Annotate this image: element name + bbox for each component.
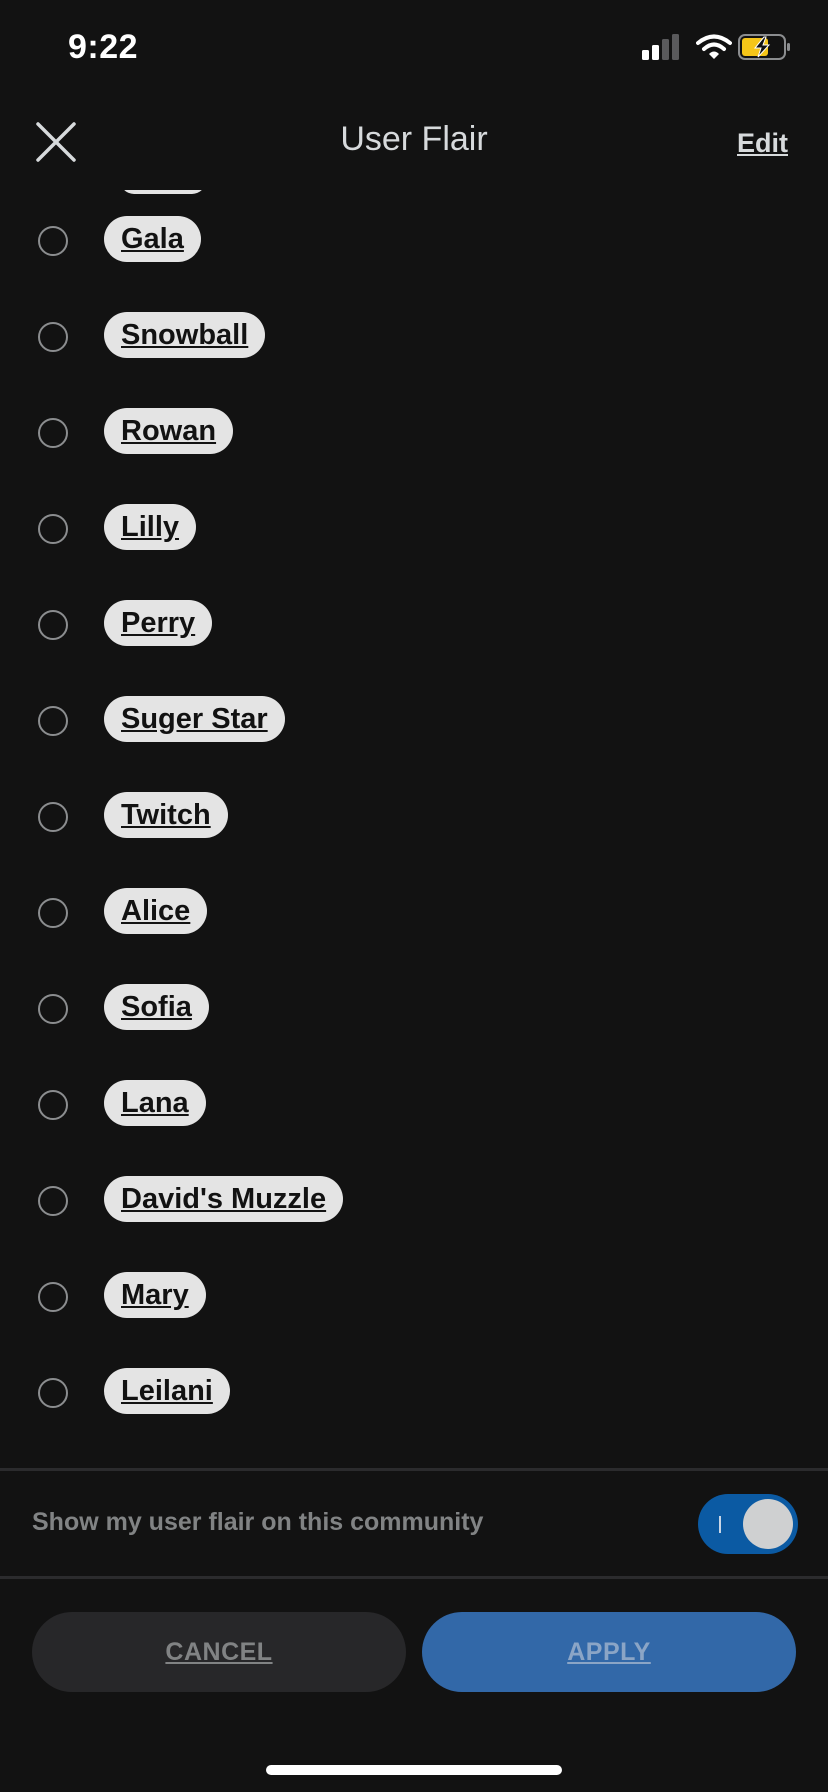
- flair-item[interactable]: Gala: [0, 192, 828, 288]
- radio-button[interactable]: [38, 898, 68, 928]
- show-flair-toggle[interactable]: [698, 1494, 798, 1554]
- flair-item[interactable]: Perry: [0, 576, 828, 672]
- status-bar: 9:22: [0, 0, 828, 100]
- flair-item[interactable]: Twitch: [0, 768, 828, 864]
- flair-label: Lilly: [104, 504, 197, 550]
- flair-item[interactable]: Leilani: [0, 1344, 828, 1440]
- divider: [0, 1576, 828, 1579]
- apply-button[interactable]: APPLY: [422, 1612, 796, 1692]
- flair-label: Gala: [104, 216, 201, 262]
- radio-button[interactable]: [38, 610, 68, 640]
- signal-icon: [642, 34, 680, 60]
- flair-label: Snowball: [104, 312, 266, 358]
- flair-label: Leilani: [104, 1368, 230, 1414]
- toggle-on-indicator: [719, 1516, 721, 1533]
- flair-label: Mary: [104, 1272, 206, 1318]
- flair-item[interactable]: Snowball: [0, 288, 828, 384]
- home-indicator[interactable]: [266, 1765, 562, 1775]
- flair-item[interactable]: Rowan: [0, 384, 828, 480]
- flair-label: Perry: [104, 600, 213, 646]
- radio-button[interactable]: [38, 1090, 68, 1120]
- radio-button[interactable]: [38, 514, 68, 544]
- flair-label: Lana: [104, 1080, 206, 1126]
- battery-charging-icon: [738, 34, 792, 60]
- divider: [0, 1468, 828, 1471]
- toggle-knob: [743, 1499, 793, 1549]
- flair-item[interactable]: Lana: [0, 1056, 828, 1152]
- wifi-icon: [696, 34, 732, 60]
- status-time: 9:22: [68, 28, 139, 66]
- flair-item[interactable]: Mary: [0, 1248, 828, 1344]
- flair-item[interactable]: Suger Star: [0, 672, 828, 768]
- radio-button[interactable]: [38, 802, 68, 832]
- radio-button[interactable]: [38, 1378, 68, 1408]
- show-flair-row: Show my user flair on this community: [0, 1472, 828, 1576]
- flair-label: David's Muzzle: [104, 1176, 344, 1222]
- edit-button[interactable]: Edit: [737, 128, 788, 159]
- flair-item[interactable]: Alice: [0, 864, 828, 960]
- flair-item[interactable]: David's Muzzle: [0, 1152, 828, 1248]
- flair-label: Sofia: [104, 984, 209, 1030]
- flair-label: Twitch: [104, 792, 228, 838]
- radio-button[interactable]: [38, 226, 68, 256]
- flair-label: Rowan: [104, 408, 234, 454]
- cancel-button[interactable]: CANCEL: [32, 1612, 406, 1692]
- flair-label: Alice: [104, 888, 208, 934]
- radio-button[interactable]: [38, 706, 68, 736]
- radio-button[interactable]: [38, 1282, 68, 1312]
- radio-button[interactable]: [38, 994, 68, 1024]
- flair-item[interactable]: Lilly: [0, 480, 828, 576]
- header: User Flair Edit: [0, 100, 828, 190]
- page-title: User Flair: [340, 120, 488, 158]
- show-flair-label: Show my user flair on this community: [32, 1508, 484, 1536]
- flair-label: Suger Star: [104, 696, 285, 742]
- radio-button[interactable]: [38, 418, 68, 448]
- radio-button[interactable]: [38, 1186, 68, 1216]
- flair-item[interactable]: Sofia: [0, 960, 828, 1056]
- flair-list[interactable]: Gala Snowball Rowan Lilly Perry Suger St…: [0, 190, 828, 1468]
- radio-button[interactable]: [38, 322, 68, 352]
